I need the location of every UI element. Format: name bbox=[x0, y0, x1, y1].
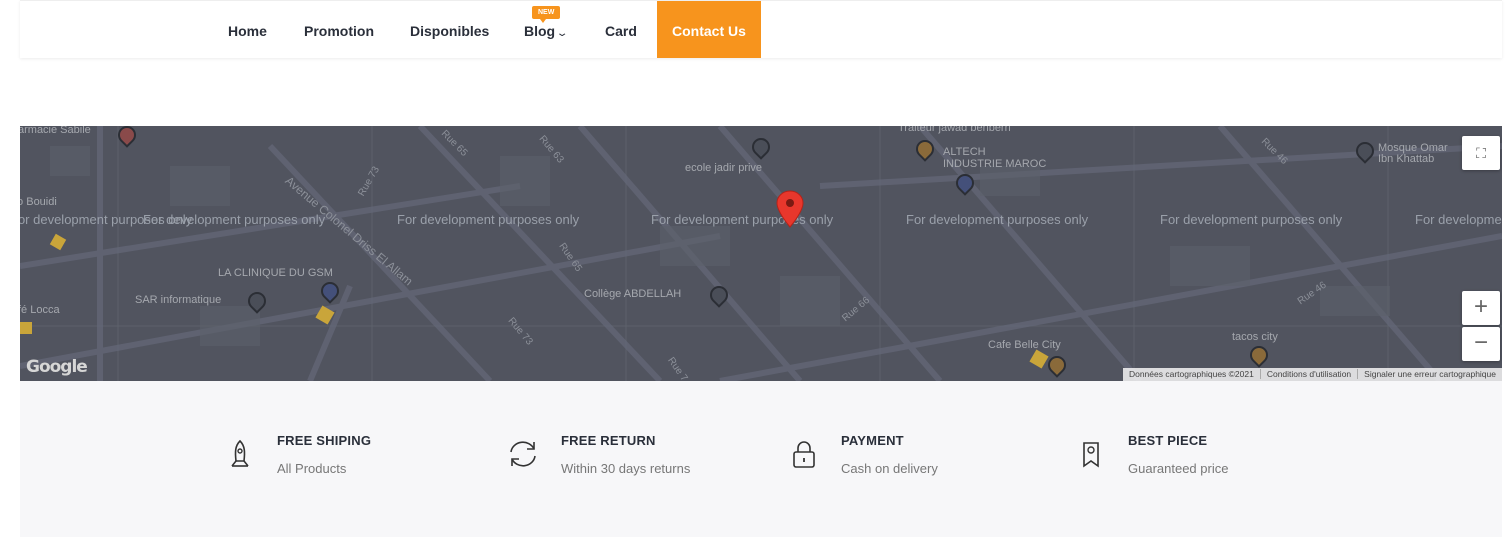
dev-watermark: For development purposes only bbox=[1415, 212, 1502, 227]
location-pin-icon[interactable] bbox=[776, 190, 804, 228]
poi-label: LA CLINIQUE DU GSM bbox=[218, 267, 333, 279]
poi-label: fé Locca bbox=[20, 304, 60, 316]
poi-label: SAR informatique bbox=[135, 294, 222, 306]
nav-card[interactable]: Card bbox=[605, 1, 637, 58]
nav-home[interactable]: Home bbox=[228, 1, 267, 58]
zoom-out-button[interactable]: − bbox=[1462, 327, 1500, 361]
map-attribution: Données cartographiques ©2021 Conditions … bbox=[1122, 368, 1502, 381]
google-map[interactable]: For development purposes only For develo… bbox=[20, 126, 1502, 381]
feature-title: PAYMENT bbox=[841, 433, 904, 448]
report-error-link[interactable]: Signaler une erreur cartographique bbox=[1358, 369, 1502, 379]
new-badge: NEW bbox=[532, 6, 561, 23]
poi-label: INDUSTRIE MAROC bbox=[943, 158, 1047, 170]
poi-label: Traiteur jawad benberri bbox=[898, 126, 1011, 134]
nav-disponibles[interactable]: Disponibles bbox=[410, 1, 489, 58]
map-data-text: Données cartographiques ©2021 bbox=[1122, 369, 1261, 379]
feature-subtitle: Within 30 days returns bbox=[561, 461, 691, 476]
features-section: FREE SHIPING All Products FREE RETURN Wi… bbox=[20, 381, 1502, 537]
dev-watermark: For development purposes only bbox=[906, 212, 1089, 227]
nav-blog[interactable]: Blog⌄ NEW bbox=[524, 1, 569, 58]
badge-icon bbox=[1083, 442, 1099, 468]
poi-label: ecole jadir prive bbox=[685, 162, 763, 174]
main-navbar: Home Promotion Disponibles Blog⌄ NEW Car… bbox=[20, 0, 1502, 58]
poi-label: armacie Sabile bbox=[20, 126, 91, 136]
nav-contact-us[interactable]: Contact Us bbox=[657, 1, 761, 58]
poi-label: Collège ABDELLAH bbox=[584, 288, 682, 300]
terms-link[interactable]: Conditions d'utilisation bbox=[1260, 369, 1359, 379]
feature-title: FREE RETURN bbox=[561, 433, 656, 448]
poi-label: tacos city bbox=[1232, 331, 1278, 343]
dev-watermark: For development purposes only bbox=[651, 212, 834, 227]
fullscreen-icon: ⛶ bbox=[1476, 145, 1486, 161]
nav-blog-label: Blog bbox=[524, 23, 556, 39]
poi-label: Cafe Belle City bbox=[988, 339, 1061, 351]
google-logo[interactable]: Google bbox=[26, 357, 88, 377]
feature-subtitle: Cash on delivery bbox=[841, 461, 938, 476]
poi-label: Ibn Khattab bbox=[1378, 153, 1435, 165]
poi-label: to Bouidi bbox=[20, 196, 57, 208]
feature-title: BEST PIECE bbox=[1128, 433, 1208, 448]
lock-icon bbox=[793, 441, 815, 468]
feature-title: FREE SHIPING bbox=[277, 433, 372, 448]
rocket-icon bbox=[231, 439, 249, 467]
fullscreen-button[interactable]: ⛶ bbox=[1462, 136, 1500, 170]
dev-watermark: For development purposes only bbox=[143, 212, 326, 227]
poi-label: ALTECH bbox=[943, 146, 986, 158]
dev-watermark: For development purposes only bbox=[397, 212, 580, 227]
zoom-in-button[interactable]: + bbox=[1462, 291, 1500, 325]
refresh-icon bbox=[510, 441, 536, 467]
feature-subtitle: All Products bbox=[277, 461, 347, 476]
nav-promotion[interactable]: Promotion bbox=[304, 1, 374, 58]
dev-watermark: For development purposes only bbox=[1160, 212, 1343, 227]
feature-subtitle: Guaranteed price bbox=[1128, 461, 1229, 476]
